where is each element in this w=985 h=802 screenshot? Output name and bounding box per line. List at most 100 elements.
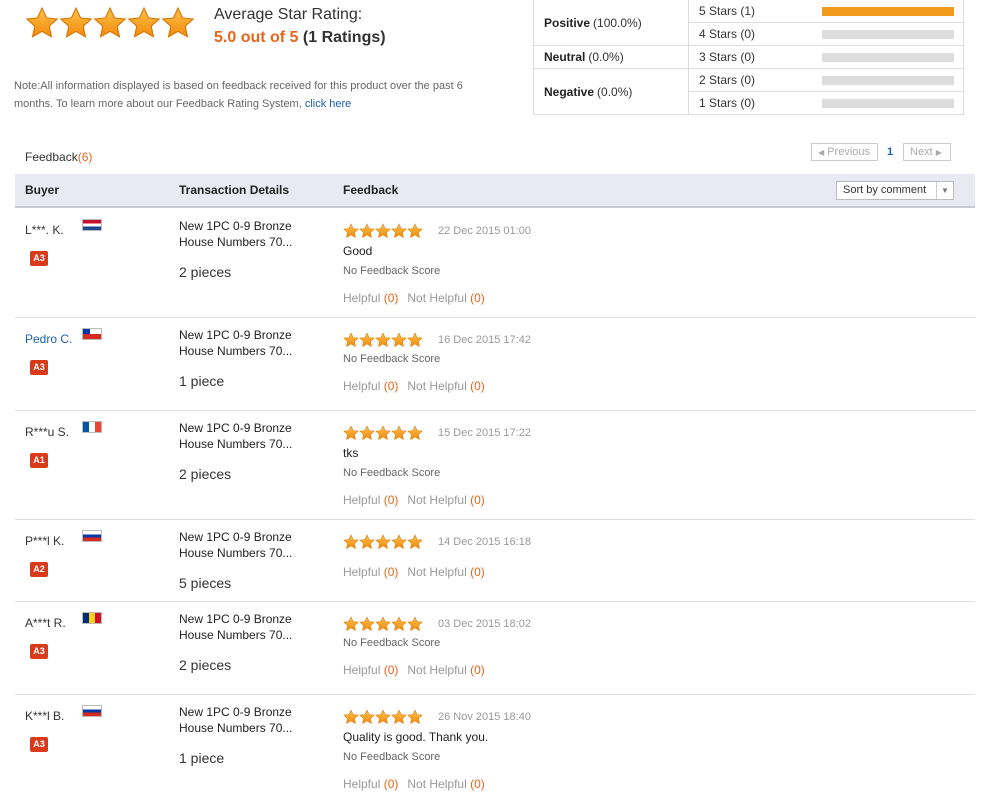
next-label: Next [910,146,933,158]
click-here-link[interactable]: click here [305,98,351,110]
average-rating-value: 5.0 out of 5 (1 Ratings) [214,29,386,47]
star-icon [359,616,375,633]
feedback-stars [343,709,423,725]
star-breakdown-label: 3 Stars (0) [699,50,756,64]
quantity-text: 5 pieces [179,575,232,591]
product-link[interactable]: New 1PC 0-9 Bronze House Numbers 70... [179,529,309,561]
feedback-count-label: Feedback(6) [25,150,92,164]
russia-flag [81,705,102,717]
helpful-link[interactable]: Helpful [343,777,380,791]
star-breakdown-bar [822,7,954,16]
not-helpful-count: (0) [470,565,485,579]
star-icon [93,6,127,40]
star-icon [161,6,195,40]
neutral-pct: (0.0%) [588,50,624,64]
feedback-comment: Quality is good. Thank you. [343,730,489,744]
previous-page-button[interactable]: ◀ Previous [811,143,878,161]
helpful-count: (0) [383,777,399,791]
not-helpful-link[interactable]: Not Helpful [407,493,466,507]
sort-select[interactable]: Sort by comment ▼ [836,181,954,200]
not-helpful-link[interactable]: Not Helpful [407,291,466,305]
helpful-link[interactable]: Helpful [343,379,380,393]
product-link[interactable]: New 1PC 0-9 Bronze House Numbers 70... [179,704,309,736]
negative-summary: Negative (0.0%) [534,69,689,115]
star-icon [391,534,407,551]
star-icon [343,332,359,349]
buyer-level-badge: A1 [30,453,48,468]
helpful-link[interactable]: Helpful [343,291,380,305]
feedback-column-header: Feedback [343,183,399,197]
star-breakdown-label: 4 Stars (0) [699,27,756,41]
not-helpful-link[interactable]: Not Helpful [407,565,466,579]
product-link[interactable]: New 1PC 0-9 Bronze House Numbers 70... [179,327,309,359]
feedback-date: 22 Dec 2015 01:00 [438,225,531,237]
feedback-score: No Feedback Score [343,637,441,649]
not-helpful-link[interactable]: Not Helpful [407,663,466,677]
star-breakdown-bar [822,53,954,62]
netherlands-flag [81,219,102,231]
star-icon [375,616,391,633]
star-icon [359,709,375,726]
helpful-votes: Helpful (0) Not Helpful (0) [343,291,485,305]
feedback-date: 16 Dec 2015 17:42 [438,334,531,346]
helpful-votes: Helpful (0) Not Helpful (0) [343,379,485,393]
star-icon [127,6,161,40]
feedback-stars [343,425,423,441]
feedback-date: 03 Dec 2015 18:02 [438,618,531,630]
feedback-row: K***l B. A3 New 1PC 0-9 Bronze House Numbe… [15,695,975,802]
star-icon [343,534,359,551]
feedback-stars [343,223,423,239]
buyer-name: A***t R. [25,616,66,630]
feedback-stars [343,332,423,348]
star-breakdown-row: 5 Stars (1) [689,0,965,23]
buyer-name: P***l K. [25,534,65,548]
ratings-count: (1 Ratings) [302,29,386,46]
buyer-name: K***l B. [25,709,65,723]
star-icon [391,332,407,349]
star-icon [343,709,359,726]
not-helpful-link[interactable]: Not Helpful [407,379,466,393]
feedback-date: 26 Nov 2015 18:40 [438,711,531,723]
buyer-name: L***. K. [25,223,64,237]
feedback-stars [343,534,423,550]
buyer-name[interactable]: Pedro C. [25,332,72,346]
helpful-votes: Helpful (0) Not Helpful (0) [343,493,485,507]
buyer-level-badge: A3 [30,737,48,752]
current-page-number[interactable]: 1 [887,146,893,158]
quantity-text: 2 pieces [179,466,232,482]
helpful-link[interactable]: Helpful [343,663,380,677]
transaction-column-header: Transaction Details [179,183,290,197]
feedback-date: 15 Dec 2015 17:22 [438,427,531,439]
star-breakdown-label: 2 Stars (0) [699,73,756,87]
star-icon [375,709,391,726]
star-icon [407,332,423,349]
france-flag [81,421,102,433]
helpful-votes: Helpful (0) Not Helpful (0) [343,565,485,579]
rating-breakdown: Positive (100.0%) Neutral (0.0%) Negative(… [533,0,965,115]
star-icon [359,223,375,240]
romania-flag [81,612,102,624]
helpful-votes: Helpful (0) Not Helpful (0) [343,663,485,677]
product-link[interactable]: New 1PC 0-9 Bronze House Numbers 70... [179,611,309,643]
buyer-level-badge: A3 [30,360,48,375]
product-link[interactable]: New 1PC 0-9 Bronze House Numbers 70... [179,420,309,452]
product-link[interactable]: New 1PC 0-9 Bronze House Numbers 70... [179,218,309,250]
star-icon [407,616,423,633]
average-score: 5.0 out of 5 [214,29,299,46]
quantity-text: 2 pieces [179,657,232,673]
star-icon [391,425,407,442]
star-icon [343,616,359,633]
average-rating-stars [25,6,195,40]
positive-label: Positive [544,15,591,30]
helpful-link[interactable]: Helpful [343,565,380,579]
feedback-row: R***u S. A1 New 1PC 0-9 Bronze House Numbe… [15,411,975,520]
helpful-count: (0) [383,379,399,393]
next-page-button[interactable]: Next ▶ [903,143,951,161]
previous-label: Previous [827,146,871,158]
star-icon [375,332,391,349]
feedback-score: No Feedback Score [343,353,441,365]
not-helpful-link[interactable]: Not Helpful [407,777,466,791]
star-icon [359,332,375,349]
helpful-link[interactable]: Helpful [343,493,380,507]
feedback-table-header: Buyer Transaction Details Feedback Sort … [15,174,975,208]
